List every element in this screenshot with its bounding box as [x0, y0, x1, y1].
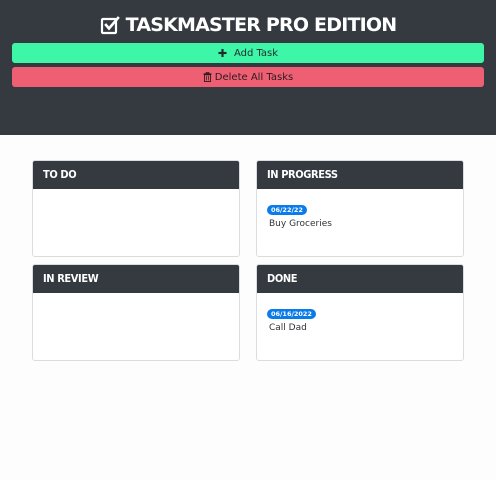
column-todo-title: TO DO	[33, 161, 239, 189]
add-task-label: Add Task	[233, 47, 279, 59]
page-title: TASKMASTER PRO EDITION	[0, 14, 496, 36]
task-card[interactable]: 06/22/22 Buy Groceries	[267, 197, 332, 229]
plus-icon	[218, 48, 227, 58]
due-date-badge: 06/16/2022	[267, 309, 316, 319]
check-square-icon	[100, 16, 120, 35]
due-date-badge: 06/22/22	[267, 205, 307, 215]
delete-all-tasks-label: Delete All Tasks	[214, 71, 294, 83]
column-todo[interactable]: TO DO	[32, 160, 240, 257]
delete-all-tasks-button[interactable]: Delete All Tasks	[12, 67, 484, 87]
add-task-button[interactable]: Add Task	[12, 43, 484, 63]
page-header: TASKMASTER PRO EDITION Add Task Delete A…	[0, 0, 496, 135]
column-in-review[interactable]: IN REVIEW	[32, 264, 240, 361]
column-done-title: DONE	[257, 265, 463, 293]
column-in-progress-title: IN PROGRESS	[257, 161, 463, 189]
column-in-review-title: IN REVIEW	[33, 265, 239, 293]
trash-icon	[203, 72, 212, 82]
title-text: TASKMASTER PRO EDITION	[125, 14, 398, 36]
column-done[interactable]: DONE 06/16/2022 Call Dad	[256, 264, 464, 361]
column-in-progress[interactable]: IN PROGRESS 06/22/22 Buy Groceries	[256, 160, 464, 257]
task-card[interactable]: 06/16/2022 Call Dad	[267, 301, 316, 333]
task-text: Call Dad	[269, 323, 307, 333]
task-text: Buy Groceries	[269, 219, 332, 229]
